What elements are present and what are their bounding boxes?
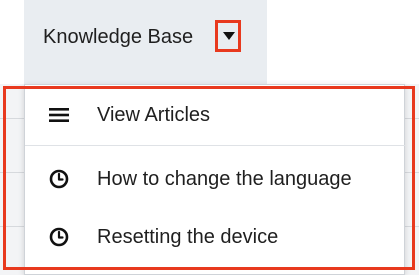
menu-item-article[interactable]: Resetting the device [25,211,405,263]
dropdown-menu: View Articles How to change the language… [24,84,405,275]
dropdown-toggle-button[interactable] [215,20,241,52]
menu-item-view-articles[interactable]: View Articles [25,89,405,141]
menu-divider [25,145,405,146]
screenshot-stage: Knowledge Base View Articles How to chan… [0,0,419,275]
menu-item-label: Resetting the device [97,226,279,248]
menu-item-label: How to change the language [97,168,352,190]
menu-item-label: View Articles [97,104,211,126]
menu-item-article[interactable]: How to change the language [25,153,405,205]
caret-down-icon [223,32,235,40]
clock-icon [49,227,69,247]
clock-icon [49,169,69,189]
list-icon [49,105,69,125]
nav-tab-knowledge-base[interactable]: Knowledge Base [24,0,267,84]
nav-tab-label[interactable]: Knowledge Base [43,24,193,50]
